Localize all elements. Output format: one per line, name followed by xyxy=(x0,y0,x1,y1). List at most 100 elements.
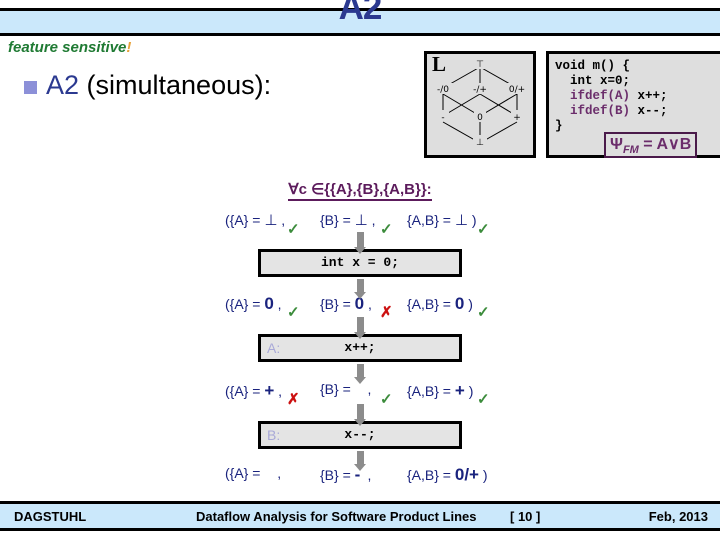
config-separator: , xyxy=(273,465,282,481)
config-value: ⊥ xyxy=(354,211,368,229)
config-value-cell: {A,B} = + ) xyxy=(407,381,473,401)
config-value: + xyxy=(264,381,275,400)
config-value-cell: {A,B} = 0/+ ) xyxy=(407,465,488,485)
flow-arrow-shaft xyxy=(357,364,364,377)
footer-page-number: [ 10 ] xyxy=(510,509,541,524)
code-line-4: ifdef(B) x--; xyxy=(555,104,720,119)
config-separator: , xyxy=(273,296,282,312)
config-separator: , xyxy=(277,212,286,228)
statement-feature-label: A: xyxy=(267,340,281,356)
flow-arrow-icon xyxy=(354,404,366,426)
config-value-cell: {A,B} = ⊥ ) xyxy=(407,211,477,229)
config-value: + xyxy=(454,381,465,400)
check-icon: ✓ xyxy=(287,221,300,238)
bullet-text: A2 (simultaneous): xyxy=(46,70,271,101)
config-label: {B} = xyxy=(320,212,355,228)
config-label: ({A} = xyxy=(225,212,265,228)
flow-arrow-head xyxy=(354,464,366,471)
check-icon: ✓ xyxy=(380,391,393,408)
lattice-node-minus: - xyxy=(441,113,444,123)
lattice-node-minus-zero: -/0 xyxy=(437,85,449,95)
lattice-node-plus: + xyxy=(513,113,521,123)
feature-sensitive-note: feature sensitive! xyxy=(8,39,131,56)
cross-icon: ✗ xyxy=(380,304,393,321)
config-value: ⊥ xyxy=(454,211,468,229)
code-decr: x--; xyxy=(637,104,668,118)
code-line-2: int x=0; xyxy=(555,74,720,89)
formula-subscript: FM xyxy=(622,144,639,157)
forall-configurations-header: ∀c ∈{{A},{B},{A,B}}: xyxy=(0,180,720,201)
config-value-cell: ({A} = , xyxy=(225,465,281,481)
lattice-node-top: ⊤ xyxy=(476,60,484,70)
config-value: 0/+ xyxy=(454,465,479,484)
flow-arrow-icon xyxy=(354,279,366,299)
flow-arrow-shaft xyxy=(357,317,364,332)
flow-arrow-icon xyxy=(354,364,366,384)
flow-arrow-head xyxy=(354,419,366,426)
bullet-row: A2 (simultaneous): xyxy=(24,70,271,101)
code-line-2-text: int x=0; xyxy=(570,74,631,88)
lattice-node-zero: 0 xyxy=(477,113,483,123)
footer-band: DAGSTUHL Dataflow Analysis for Software … xyxy=(0,501,720,531)
flow-arrow-head xyxy=(354,247,366,254)
footer-talk-title: Dataflow Analysis for Software Product L… xyxy=(196,509,477,524)
feature-note-text: feature sensitive xyxy=(8,39,127,56)
feature-model-formula: ΨFM = A∨B xyxy=(604,132,698,159)
config-separator: , xyxy=(274,383,283,399)
config-value: 0 xyxy=(454,294,465,313)
check-icon: ✓ xyxy=(477,221,490,238)
statement-code: x--; xyxy=(344,427,376,442)
footer-date: Feb, 2013 xyxy=(648,509,708,524)
flow-arrow-icon xyxy=(354,232,366,254)
config-label: ({A} = xyxy=(225,296,265,312)
flow-arrow-head xyxy=(354,332,366,339)
statement-feature-label: B: xyxy=(267,427,281,443)
flow-arrow-shaft xyxy=(357,451,364,464)
config-value: ⊥ xyxy=(264,211,278,229)
config-label: {A,B} = xyxy=(407,212,455,228)
config-label: {A,B} = xyxy=(407,467,455,483)
feature-note-bang: ! xyxy=(126,39,132,56)
config-label: {B} = xyxy=(320,381,355,397)
check-icon: ✓ xyxy=(287,304,300,321)
forall-text: ∀c ∈{{A},{B},{A,B}}: xyxy=(288,181,432,201)
check-icon: ✓ xyxy=(477,391,490,408)
flow-arrow-shaft xyxy=(357,404,364,419)
flow-arrow-head xyxy=(354,377,366,384)
config-value-cell: ({A} = + , xyxy=(225,381,282,401)
code-line-1: void m() { xyxy=(555,59,631,73)
code-incr: x++; xyxy=(637,89,668,103)
page-title: A2 xyxy=(338,0,383,27)
config-label: {A,B} = xyxy=(407,383,455,399)
flow-arrow-shaft xyxy=(357,232,364,247)
lattice-diagram-box: L ⊤ -/0 -/+ 0/+ - 0 + ⊥ xyxy=(424,51,536,158)
code-ifdef-b: ifdef(B) xyxy=(570,104,631,118)
config-value-cell: ({A} = ⊥ , xyxy=(225,211,285,229)
config-value-cell: {A,B} = 0 ) xyxy=(407,294,473,314)
cross-icon: ✗ xyxy=(287,391,300,408)
config-label: {B} = xyxy=(320,296,355,312)
bullet-rest-label: (simultaneous): xyxy=(79,70,272,100)
config-separator: , xyxy=(367,212,376,228)
statement-code: x++; xyxy=(344,340,376,355)
flow-arrow-head xyxy=(354,292,366,299)
lattice-node-zero-plus: 0/+ xyxy=(509,85,525,95)
code-ifdef-a: ifdef(A) xyxy=(570,89,631,103)
flow-arrow-icon xyxy=(354,317,366,339)
code-line-3: ifdef(A) x++; xyxy=(555,89,720,104)
flow-arrow-icon xyxy=(354,451,366,471)
config-value-cell: {B} = ⊥ , xyxy=(320,211,376,229)
config-label: ({A} = xyxy=(225,465,265,481)
config-value: 0 xyxy=(264,294,274,313)
footer-venue: DAGSTUHL xyxy=(14,509,87,524)
check-icon: ✓ xyxy=(380,221,393,238)
lattice-node-minus-plus: -/+ xyxy=(473,85,487,95)
formula-rhs: = A∨B xyxy=(638,136,692,153)
config-label: ({A} = xyxy=(225,383,265,399)
config-label: {A,B} = xyxy=(407,296,455,312)
bullet-square-icon xyxy=(24,81,37,94)
check-icon: ✓ xyxy=(477,304,490,321)
config-separator: ) xyxy=(478,467,488,483)
formula-psi: Ψ xyxy=(610,136,623,153)
lattice-hasse-diagram: ⊤ -/0 -/+ 0/+ - 0 + ⊥ xyxy=(431,58,529,148)
